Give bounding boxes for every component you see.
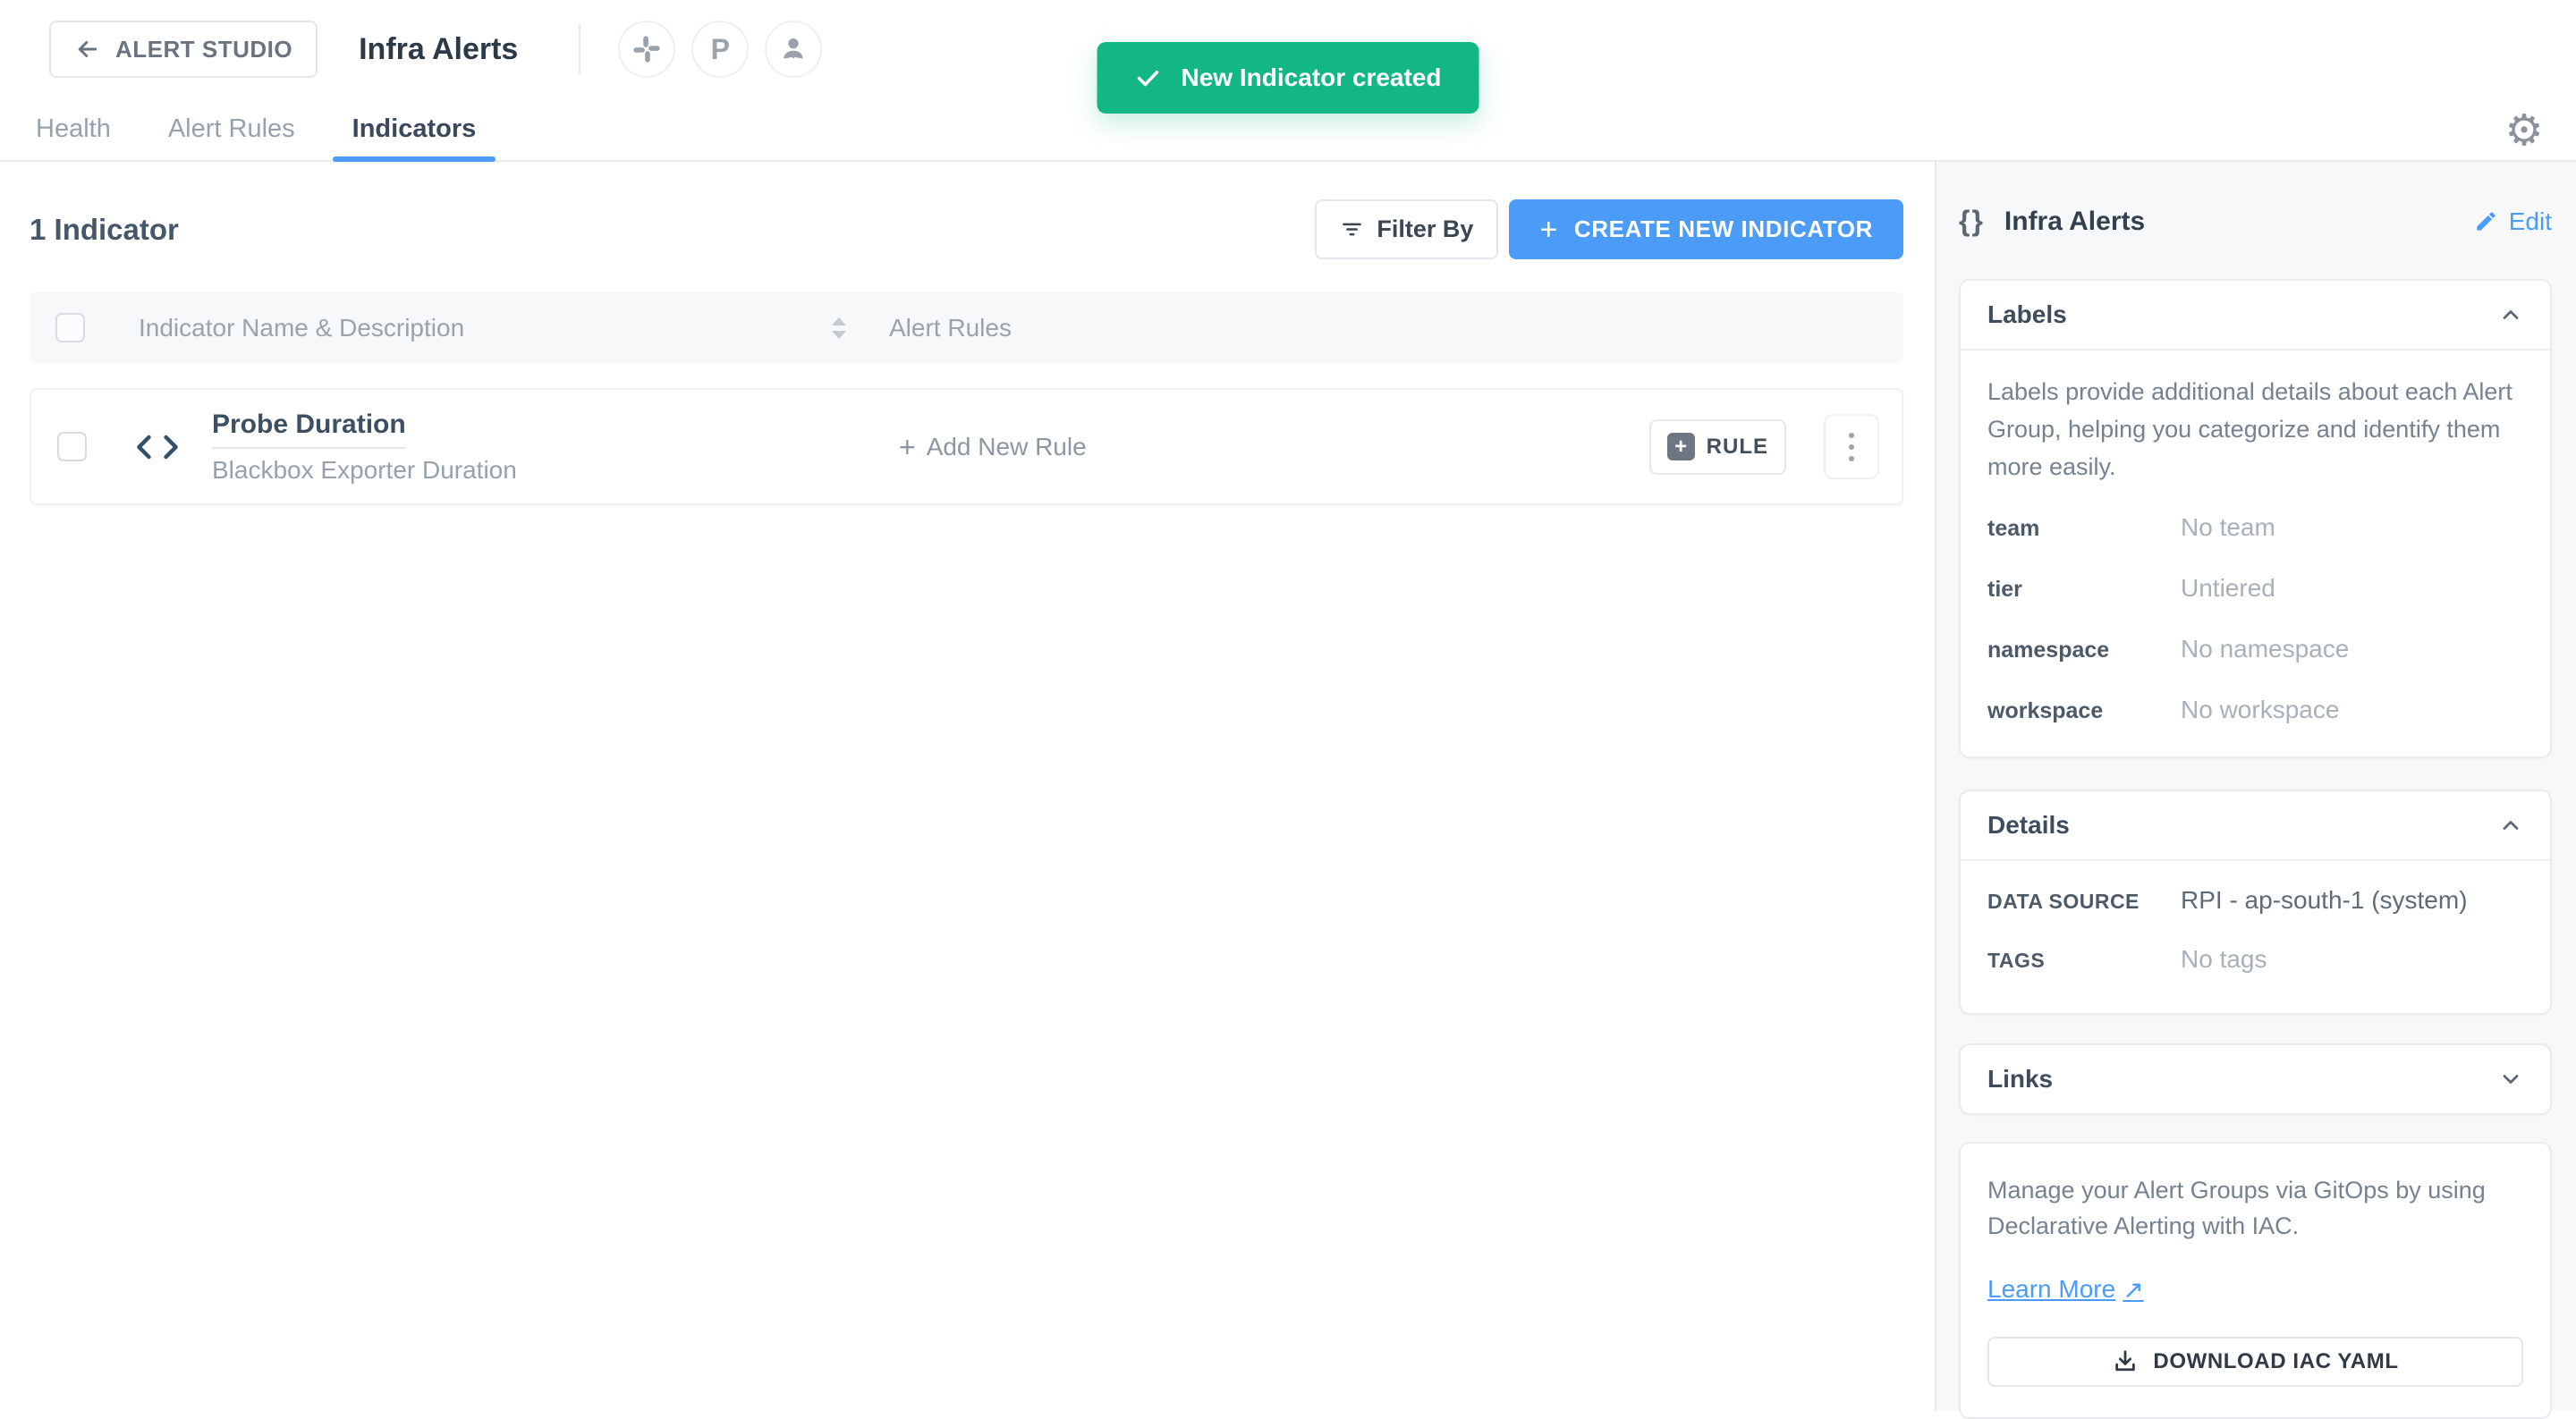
- filter-by-button[interactable]: Filter By: [1315, 199, 1499, 259]
- chevron-up-icon[interactable]: [2498, 302, 2523, 327]
- arrow-left-icon: [74, 36, 101, 63]
- label-row: namespace No namespace: [1987, 635, 2523, 663]
- add-new-rule-link[interactable]: + Add New Rule: [899, 433, 1087, 461]
- chevron-up-icon[interactable]: [2498, 813, 2523, 838]
- details-title: Details: [1987, 810, 2070, 839]
- check-icon: [1135, 64, 1162, 91]
- create-new-indicator-label: CREATE NEW INDICATOR: [1573, 215, 1873, 242]
- edit-label: Edit: [2508, 207, 2552, 235]
- column-alert-rules: Alert Rules: [889, 313, 1012, 342]
- labels-description: Labels provide additional details about …: [1987, 378, 2512, 480]
- code-brackets-icon: [136, 430, 179, 464]
- tab-indicators[interactable]: Indicators: [332, 98, 496, 162]
- labels-list: team No team tier Untiered namespace No …: [1987, 513, 2523, 724]
- sidebar-header: {} Infra Alerts Edit: [1959, 205, 2552, 238]
- external-link-icon: ↗: [2123, 1275, 2144, 1304]
- label-value: Untiered: [2181, 573, 2275, 602]
- learn-more-link[interactable]: Learn More ↗: [1987, 1275, 2144, 1305]
- label-key: tier: [1987, 576, 2022, 602]
- labels-card: Labels Labels provide additional details…: [1959, 279, 2552, 758]
- row-checkbox[interactable]: [57, 432, 87, 461]
- label-row: tier Untiered: [1987, 574, 2523, 603]
- plus-icon: +: [1539, 212, 1558, 247]
- gitops-card: Manage your Alert Groups via GitOps by u…: [1959, 1141, 2552, 1419]
- label-key: workspace: [1987, 697, 2104, 723]
- rule-button[interactable]: + RULE: [1648, 418, 1786, 475]
- labels-card-header[interactable]: Labels: [1961, 281, 2550, 349]
- detail-key: DATA SOURCE: [1987, 889, 2140, 913]
- indicator-name-block: Probe Duration Blackbox Exporter Duratio…: [212, 410, 899, 485]
- toast-notification: New Indicator created: [1097, 42, 1479, 114]
- plus-icon: +: [899, 430, 916, 463]
- label-value: No workspace: [2181, 695, 2340, 723]
- gitops-description: Manage your Alert Groups via GitOps by u…: [1987, 1176, 2486, 1240]
- label-row: workspace No workspace: [1987, 696, 2523, 724]
- detail-row: TAGS No tags: [1987, 945, 2523, 974]
- pencil-icon: [2474, 209, 2498, 233]
- learn-more-label: Learn More: [1987, 1275, 2116, 1304]
- sort-icon[interactable]: [832, 317, 846, 339]
- links-card-header[interactable]: Links: [1961, 1045, 2550, 1113]
- page-title: Infra Alerts: [359, 31, 519, 66]
- slack-icon[interactable]: [618, 21, 676, 78]
- edit-button[interactable]: Edit: [2474, 207, 2552, 236]
- gear-icon[interactable]: ⚙: [2499, 106, 2549, 156]
- user-icon[interactable]: [765, 21, 823, 78]
- toolbar-actions: Filter By + CREATE NEW INDICATOR: [1315, 199, 1903, 259]
- detail-value: No tags: [2181, 944, 2267, 973]
- sidebar-title: Infra Alerts: [2004, 206, 2146, 236]
- back-button-label: ALERT STUDIO: [115, 35, 293, 63]
- table-row: Probe Duration Blackbox Exporter Duratio…: [30, 388, 1903, 505]
- label-value: No namespace: [2181, 634, 2350, 663]
- pagerduty-letter: P: [710, 32, 731, 65]
- label-key: team: [1987, 515, 2040, 541]
- header-divider: [579, 24, 581, 74]
- links-title: Links: [1987, 1064, 2054, 1093]
- alert-studio-back-button[interactable]: ALERT STUDIO: [49, 21, 318, 78]
- select-all-checkbox[interactable]: [55, 313, 85, 342]
- download-iac-yaml-button[interactable]: DOWNLOAD IAC YAML: [1987, 1336, 2523, 1387]
- rule-button-label: RULE: [1706, 434, 1768, 459]
- details-card-body: DATA SOURCE RPI - ap-south-1 (system) TA…: [1961, 861, 2550, 1013]
- plus-square-icon: +: [1666, 433, 1695, 460]
- links-card: Links: [1959, 1043, 2552, 1115]
- column-indicator-name: Indicator Name & Description: [139, 313, 465, 342]
- toast-message: New Indicator created: [1181, 63, 1442, 91]
- toolbar: 1 Indicator Filter By + CREATE NEW INDIC…: [30, 199, 1903, 259]
- indicator-count-heading: 1 Indicator: [30, 212, 179, 246]
- labels-card-body: Labels provide additional details about …: [1961, 351, 2550, 756]
- download-icon: [2112, 1348, 2139, 1375]
- filter-by-label: Filter By: [1377, 215, 1474, 242]
- filter-icon: [1340, 217, 1364, 241]
- tab-health[interactable]: Health: [16, 98, 131, 160]
- add-new-rule-label: Add New Rule: [926, 432, 1087, 460]
- label-row: team No team: [1987, 513, 2523, 542]
- tab-alert-rules[interactable]: Alert Rules: [148, 98, 315, 160]
- details-sidebar: {} Infra Alerts Edit Labels Labels provi…: [1935, 162, 2576, 1419]
- label-key: namespace: [1987, 637, 2110, 663]
- row-kebab-menu-button[interactable]: [1824, 414, 1879, 479]
- detail-value: RPI - ap-south-1 (system): [2181, 885, 2468, 914]
- detail-row: DATA SOURCE RPI - ap-south-1 (system): [1987, 886, 2523, 915]
- detail-key: TAGS: [1987, 948, 2046, 972]
- indicator-name[interactable]: Probe Duration: [212, 410, 406, 449]
- chevron-down-icon[interactable]: [2498, 1067, 2523, 1092]
- create-new-indicator-button[interactable]: + CREATE NEW INDICATOR: [1509, 199, 1903, 259]
- table-header: Indicator Name & Description Alert Rules: [30, 292, 1903, 363]
- pagerduty-icon[interactable]: P: [691, 21, 750, 78]
- braces-icon: {}: [1959, 205, 1985, 237]
- indicator-description: Blackbox Exporter Duration: [212, 455, 517, 484]
- label-value: No team: [2181, 512, 2275, 541]
- download-iac-yaml-label: DOWNLOAD IAC YAML: [2153, 1348, 2399, 1373]
- details-card-header[interactable]: Details: [1961, 791, 2550, 859]
- main-panel: 1 Indicator Filter By + CREATE NEW INDIC…: [0, 162, 1935, 1411]
- integration-badges: P: [618, 21, 823, 78]
- details-card: Details DATA SOURCE RPI - ap-south-1 (sy…: [1959, 789, 2552, 1015]
- content-area: 1 Indicator Filter By + CREATE NEW INDIC…: [0, 162, 2576, 1419]
- labels-title: Labels: [1987, 300, 2067, 328]
